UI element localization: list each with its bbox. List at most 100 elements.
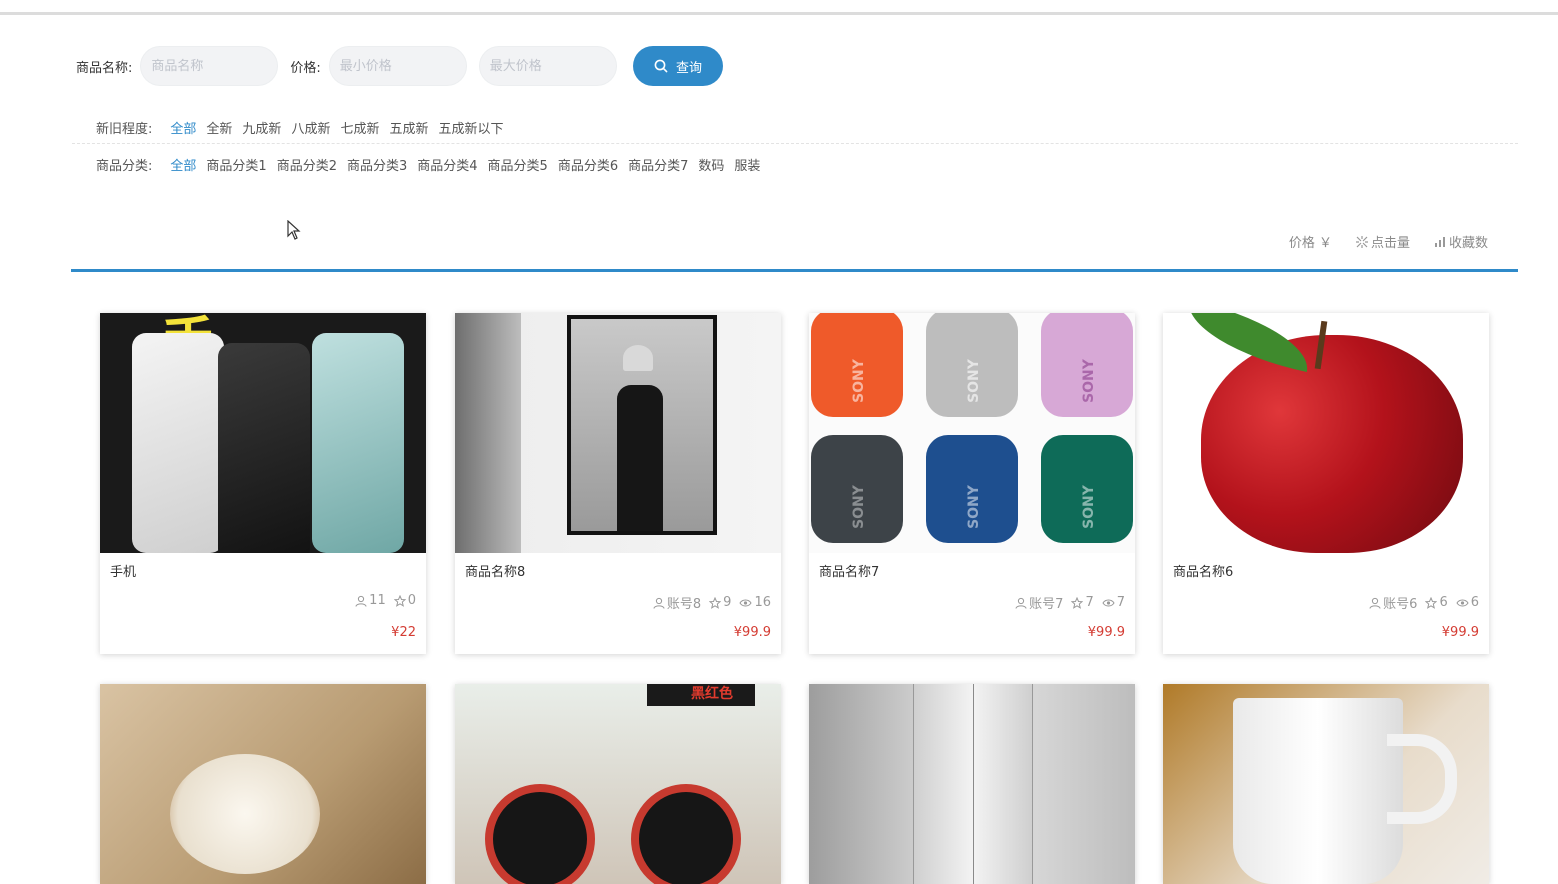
product-name: 商品名称7 <box>819 565 880 580</box>
product-card[interactable]: 黑红色 <box>455 684 781 884</box>
product-price: ¥99.9 <box>1441 625 1479 640</box>
condition-filter: 新旧程度: 全部 全新 九成新 八成新 七成新 五成新 五成新以下 <box>96 118 514 137</box>
category-option[interactable]: 商品分类4 <box>417 155 477 174</box>
sort-bar: 价格 ￥ 点击量 收藏数 <box>1289 232 1488 251</box>
view-count: 7 <box>1102 593 1125 612</box>
category-option[interactable]: 商品分类3 <box>347 155 407 174</box>
sort-by-price[interactable]: 价格 ￥ <box>1289 232 1332 251</box>
star-icon <box>709 596 722 609</box>
category-filter: 商品分类: 全部 商品分类1 商品分类2 商品分类3 商品分类4 商品分类5 商… <box>96 155 770 174</box>
star-icon <box>1071 596 1084 609</box>
product-card[interactable]: 商品名称8 账号8 9 16 ¥99.9 <box>455 313 781 654</box>
condition-option[interactable]: 九成新 <box>242 118 281 137</box>
condition-option[interactable]: 七成新 <box>340 118 379 137</box>
filter-divider <box>72 143 1518 144</box>
product-meta: 账号6 6 6 <box>1369 593 1479 612</box>
product-image[interactable]: 黑红色 <box>455 684 781 884</box>
clicks-icon <box>1355 235 1368 248</box>
product-price: ¥99.9 <box>1087 625 1125 640</box>
product-image[interactable] <box>100 684 426 884</box>
category-filter-label: 商品分类: <box>96 159 153 174</box>
product-card[interactable] <box>1163 684 1489 884</box>
eye-icon <box>1456 599 1469 606</box>
eye-icon <box>739 599 753 606</box>
product-price: ¥22 <box>391 625 416 640</box>
sort-by-clicks[interactable]: 点击量 <box>1355 232 1410 251</box>
seller-account: 账号6 <box>1369 593 1417 612</box>
price-label: 价格: <box>290 60 321 76</box>
image-label-text: 黑红色 <box>647 684 755 706</box>
category-option[interactable]: 数码 <box>698 155 724 174</box>
user-icon <box>355 595 367 607</box>
list-header-divider <box>71 269 1518 272</box>
view-count: 16 <box>739 593 771 612</box>
product-name-input[interactable] <box>140 46 279 86</box>
category-option[interactable]: 商品分类2 <box>277 155 337 174</box>
product-card[interactable] <box>100 684 426 884</box>
star-count: 7 <box>1071 593 1094 612</box>
condition-option[interactable]: 五成新 <box>389 118 428 137</box>
product-card[interactable] <box>809 684 1135 884</box>
brand-text: SONY <box>965 359 982 403</box>
condition-option[interactable]: 五成新以下 <box>438 118 503 137</box>
product-image[interactable]: 手 机 <box>100 313 426 553</box>
query-button[interactable]: 查询 <box>633 46 723 86</box>
product-image[interactable] <box>809 684 1135 884</box>
brand-text: SONY <box>850 485 867 529</box>
product-card[interactable]: 商品名称6 账号6 6 6 ¥99.9 <box>1163 313 1489 654</box>
seller-account: 11 <box>355 593 386 608</box>
category-option[interactable]: 商品分类5 <box>488 155 548 174</box>
star-icon <box>1425 596 1438 609</box>
brand-text: SONY <box>1080 359 1097 403</box>
product-image[interactable] <box>455 313 781 553</box>
product-card[interactable]: SONY SONY SONY SONY SONY SONY 商品名称7 账号7 … <box>809 313 1135 654</box>
min-price-input[interactable] <box>328 46 467 86</box>
search-icon <box>654 59 668 73</box>
category-option[interactable]: 商品分类7 <box>628 155 688 174</box>
sort-by-favorites[interactable]: 收藏数 <box>1434 232 1488 251</box>
product-image[interactable] <box>1163 684 1489 884</box>
mouse-cursor-icon <box>287 220 301 240</box>
search-bar: 商品名称: 价格: <box>76 46 617 86</box>
user-icon <box>653 597 665 609</box>
brand-text: SONY <box>965 485 982 529</box>
condition-option[interactable]: 八成新 <box>291 118 330 137</box>
condition-option-all[interactable]: 全部 <box>170 118 196 137</box>
star-count: 9 <box>709 593 731 612</box>
product-name: 手机 <box>110 565 137 580</box>
chart-icon <box>1434 236 1445 247</box>
product-meta: 账号8 9 16 <box>653 593 771 612</box>
product-meta: 11 0 <box>355 593 416 608</box>
product-card[interactable]: 手 机 手机 11 0 ¥22 <box>100 313 426 654</box>
product-name: 商品名称6 <box>1173 565 1234 580</box>
user-icon <box>1369 597 1381 609</box>
max-price-input[interactable] <box>478 46 617 86</box>
eye-icon <box>1102 599 1115 606</box>
view-count: 6 <box>1456 593 1479 612</box>
category-option-all[interactable]: 全部 <box>170 155 196 174</box>
product-image[interactable] <box>1163 313 1489 553</box>
user-icon <box>1015 597 1027 609</box>
star-count: 0 <box>393 593 416 608</box>
brand-text: SONY <box>1080 485 1097 529</box>
product-name: 商品名称8 <box>465 565 526 580</box>
sort-price-label: 价格 ￥ <box>1288 236 1332 251</box>
product-price: ¥99.9 <box>733 625 771 640</box>
category-option[interactable]: 商品分类1 <box>206 155 266 174</box>
condition-option[interactable]: 全新 <box>206 118 232 137</box>
star-count: 6 <box>1425 593 1448 612</box>
product-meta: 账号7 7 7 <box>1015 593 1125 612</box>
brand-text: SONY <box>850 359 867 403</box>
sort-clicks-label: 点击量 <box>1370 236 1410 251</box>
top-divider <box>0 12 1558 15</box>
product-image[interactable]: SONY SONY SONY SONY SONY SONY <box>809 313 1135 553</box>
seller-account: 账号7 <box>1015 593 1063 612</box>
query-label: 查询 <box>675 60 702 76</box>
product-name-label: 商品名称: <box>76 60 133 76</box>
sort-favorites-label: 收藏数 <box>1448 236 1488 251</box>
seller-account: 账号8 <box>653 593 701 612</box>
category-option[interactable]: 服装 <box>734 155 760 174</box>
condition-filter-label: 新旧程度: <box>96 122 153 137</box>
star-icon <box>393 594 406 607</box>
category-option[interactable]: 商品分类6 <box>558 155 618 174</box>
